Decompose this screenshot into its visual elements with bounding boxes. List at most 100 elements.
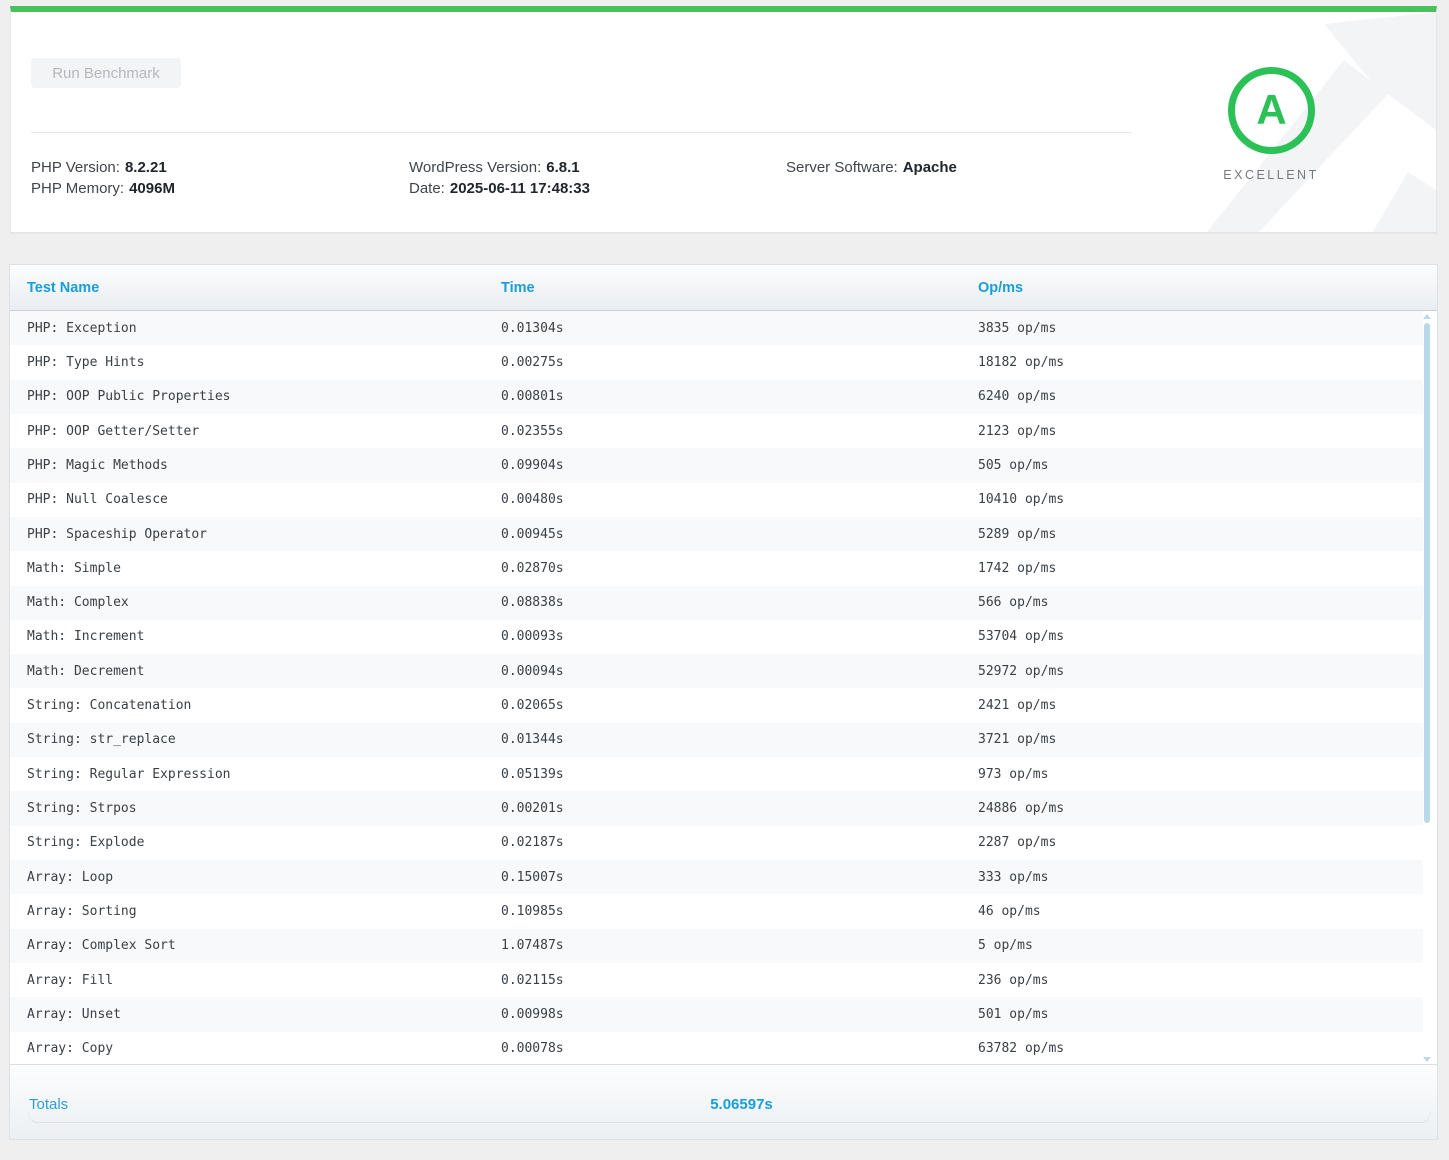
cell-test-name: Array: Sorting (27, 903, 137, 919)
cell-test-name: String: Regular Expression (27, 766, 231, 782)
cell-test-name: String: Strpos (27, 801, 137, 817)
table-row: Array: Sorting 0.10985s 46 op/ms (10, 894, 1423, 928)
cell-time: 0.05139s (501, 766, 564, 782)
cell-time: 0.02065s (501, 698, 564, 714)
table-row: Array: Copy 0.00078s 63782 op/ms (10, 1032, 1423, 1066)
column-header-test-name[interactable]: Test Name (27, 280, 501, 296)
cell-opms: 2287 op/ms (978, 835, 1057, 851)
table-row: String: Regular Expression 0.05139s 973 op… (10, 757, 1423, 791)
cell-time: 0.02355s (501, 423, 564, 439)
table-row: Array: Complex Sort 1.07487s 5 op/ms (10, 928, 1423, 963)
cell-test-name: Array: Loop (27, 869, 114, 885)
cell-time: 0.01344s (501, 732, 564, 748)
cell-test-name: Math: Increment (27, 629, 145, 645)
cell-opms: 46 op/ms (978, 903, 1041, 919)
benchmark-results-table: Test Name Time Op/ms PHP: Exception 0.013… (9, 264, 1438, 1140)
cell-opms: 566 op/ms (978, 595, 1049, 611)
cell-opms: 3721 op/ms (978, 732, 1057, 748)
cell-opms: 1742 op/ms (978, 560, 1057, 576)
cell-opms: 24886 op/ms (978, 801, 1065, 817)
cell-opms: 18182 op/ms (978, 354, 1065, 370)
cell-opms: 501 op/ms (978, 1006, 1049, 1022)
cell-opms: 5 op/ms (978, 938, 1033, 954)
cell-test-name: Math: Complex (27, 595, 129, 611)
table-body: PHP: Exception 0.01304s 3835 op/ms PHP: Typ… (10, 311, 1437, 1066)
wp-version-value: 6.8.1 (546, 159, 580, 176)
server-info-column-php: PHP Version: 8.2.21 PHP Memory: 4096M (31, 157, 175, 199)
table-footer: Totals 5.06597s (10, 1064, 1437, 1139)
php-version-value: 8.2.21 (124, 159, 167, 176)
table-row: PHP: Exception 0.01304s 3835 op/ms (10, 311, 1423, 346)
table-row: PHP: Spaceship Operator 0.00945s 5289 op/m… (10, 516, 1423, 552)
wp-version-label: WordPress Version: (409, 159, 542, 176)
cell-time: 1.07487s (501, 938, 564, 954)
table-row: Array: Fill 0.02115s 236 op/ms (10, 963, 1423, 997)
table-row: String: Concatenation 0.02065s 2421 op/ms (10, 688, 1423, 722)
cell-opms: 333 op/ms (978, 869, 1049, 885)
server-software-line: Server Software: Apache (786, 157, 957, 178)
table-row: String: Strpos 0.00201s 24886 op/ms (10, 791, 1423, 826)
date-value: 2025-06-11 17:48:33 (449, 180, 590, 197)
column-header-time[interactable]: Time (501, 280, 978, 296)
cell-opms: 236 op/ms (978, 972, 1049, 988)
cell-opms: 973 op/ms (978, 766, 1049, 782)
cell-test-name: Math: Decrement (27, 663, 145, 679)
cell-test-name: Array: Unset (27, 1006, 121, 1022)
cell-time: 0.08838s (501, 595, 564, 611)
cell-opms: 3835 op/ms (978, 320, 1057, 336)
cell-test-name: Array: Complex Sort (27, 938, 176, 954)
table-row: PHP: OOP Getter/Setter 0.02355s 2123 op/ms (10, 414, 1423, 448)
php-memory-value: 4096M (129, 180, 175, 197)
cell-time: 0.00945s (501, 526, 564, 542)
scrollbar-thumb[interactable] (1424, 323, 1430, 823)
php-memory-line: PHP Memory: 4096M (31, 178, 175, 199)
table-row: Array: Unset 0.00998s 501 op/ms (10, 997, 1423, 1032)
header-divider (31, 132, 1132, 133)
grade-caption: EXCELLENT (1223, 168, 1319, 182)
cell-test-name: String: Concatenation (27, 698, 192, 714)
table-row: String: str_replace 0.01344s 3721 op/ms (10, 722, 1423, 758)
cell-test-name: PHP: OOP Getter/Setter (27, 423, 200, 439)
cell-time: 0.01304s (501, 320, 564, 336)
benchmark-header-card: Run Benchmark PHP Version: 8.2.21 PHP Mem… (10, 6, 1437, 233)
cell-time: 0.00275s (501, 354, 564, 370)
column-header-opms[interactable]: Op/ms (978, 280, 1437, 296)
table-row: Math: Increment 0.00093s 53704 op/ms (10, 620, 1423, 654)
totals-time-value: 5.06597s (710, 1095, 773, 1113)
cell-opms: 63782 op/ms (978, 1041, 1065, 1057)
wp-version-line: WordPress Version: 6.8.1 (409, 157, 590, 178)
grade-letter: A (1256, 85, 1287, 133)
cell-time: 0.00078s (501, 1041, 564, 1057)
scrollbar-down-arrow-icon[interactable] (1423, 1057, 1431, 1062)
cell-time: 0.00093s (501, 629, 564, 645)
php-version-line: PHP Version: 8.2.21 (31, 157, 175, 178)
scrollbar-up-arrow-icon[interactable] (1423, 314, 1431, 319)
table-row: String: Explode 0.02187s 2287 op/ms (10, 826, 1423, 860)
table-row: Array: Loop 0.15007s 333 op/ms (10, 860, 1423, 895)
cell-test-name: Array: Copy (27, 1041, 114, 1057)
cell-test-name: PHP: OOP Public Properties (27, 389, 231, 405)
cell-time: 0.10985s (501, 903, 564, 919)
cell-time: 0.00480s (501, 492, 564, 508)
cell-time: 0.00201s (501, 801, 564, 817)
grade-badge: A (1228, 67, 1315, 154)
cell-test-name: Array: Fill (27, 972, 114, 988)
php-version-label: PHP Version: (31, 159, 120, 176)
run-benchmark-button[interactable]: Run Benchmark (31, 58, 181, 88)
cell-time: 0.02115s (501, 972, 564, 988)
server-info-column-wp: WordPress Version: 6.8.1 Date: 2025-06-11 … (409, 157, 590, 199)
server-info-column-server: Server Software: Apache (786, 157, 957, 178)
cell-opms: 53704 op/ms (978, 629, 1065, 645)
table-row: Math: Simple 0.02870s 1742 op/ms (10, 551, 1423, 585)
cell-opms: 10410 op/ms (978, 492, 1065, 508)
server-software-label: Server Software: (786, 159, 898, 176)
cell-time: 0.02187s (501, 835, 564, 851)
cell-time: 0.15007s (501, 869, 564, 885)
totals-underline (28, 1112, 1431, 1123)
totals-label: Totals (29, 1095, 69, 1113)
cell-test-name: PHP: Magic Methods (27, 457, 168, 473)
cell-time: 0.09904s (501, 457, 564, 473)
cell-opms: 505 op/ms (978, 457, 1049, 473)
cell-test-name: PHP: Spaceship Operator (27, 526, 208, 542)
cell-test-name: PHP: Type Hints (27, 354, 145, 370)
